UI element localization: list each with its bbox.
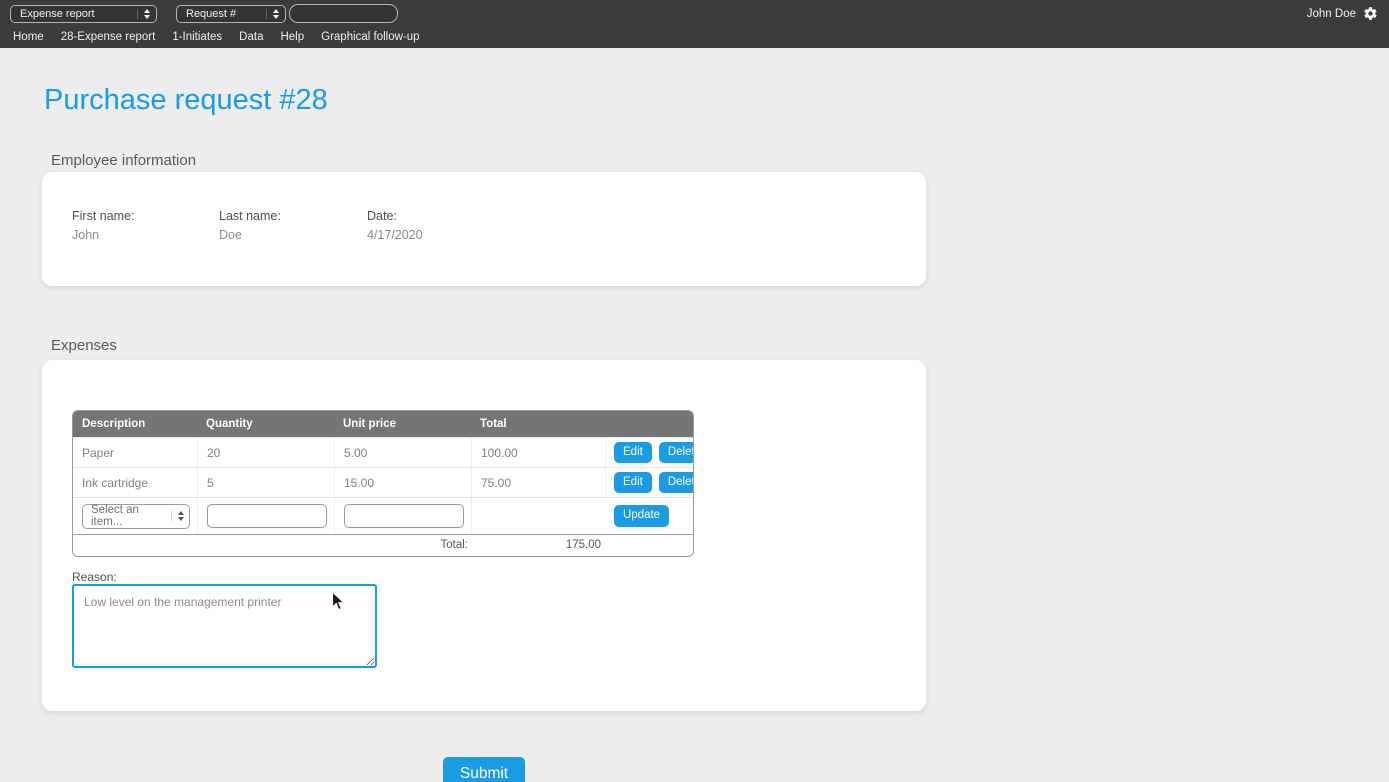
report-type-select-value: Expense report: [20, 8, 95, 20]
cell-total: 75.00: [471, 468, 605, 497]
nav-item-expense-report[interactable]: 28-Expense report: [61, 31, 156, 43]
user-area: John Doe: [1307, 0, 1378, 27]
col-header-unit-price: Unit price: [343, 418, 397, 430]
nav-item-initiates[interactable]: 1-Initiates: [172, 31, 222, 43]
edit-button[interactable]: Edit: [614, 441, 652, 464]
delete-button[interactable]: Delete: [658, 471, 693, 494]
expenses-section-heading: Expenses: [51, 337, 117, 354]
cell-description: Ink cartridge: [82, 476, 149, 490]
col-header-description: Description: [82, 418, 146, 430]
expenses-table: Description Quantity Unit price Total Pa…: [72, 410, 694, 557]
last-name-label: Last name:: [219, 209, 281, 223]
cell-unit-price: 15.00: [334, 468, 471, 497]
first-name-field: First name: John: [72, 209, 135, 242]
quantity-input[interactable]: [207, 504, 327, 528]
employee-section-heading: Employee information: [51, 152, 197, 169]
last-name-value: Doe: [219, 228, 242, 242]
quick-search-input[interactable]: [289, 4, 398, 23]
cell-quantity: 20: [197, 438, 334, 467]
nav-menu: Home 28-Expense report 1-Initiates Data …: [0, 26, 1389, 48]
user-name-label: John Doe: [1306, 7, 1356, 20]
cell-total: 100.00: [471, 438, 605, 467]
cell-quantity: 5: [197, 468, 334, 497]
date-field: Date: 4/17/2020: [367, 209, 423, 242]
top-toolbar: Expense report Request # John Doe Home 2…: [0, 0, 1389, 48]
item-select-value: Select an item...: [91, 504, 139, 528]
delete-button[interactable]: Delete: [658, 441, 693, 464]
total-label: Total:: [440, 539, 469, 551]
first-name-label: First name:: [72, 209, 135, 223]
date-label: Date:: [367, 209, 397, 223]
table-row: Ink cartridge 5 15.00 75.00 Edit Delete: [73, 467, 693, 497]
cell-actions: Edit Delete: [605, 438, 693, 467]
chevron-updown-icon: [137, 9, 150, 19]
table-new-item-row: Select an item... Update: [73, 497, 693, 534]
reason-textarea[interactable]: Low level on the management printer: [72, 584, 377, 668]
gear-icon[interactable]: [1363, 6, 1378, 21]
reason-label: Reason:: [72, 570, 117, 584]
cell-description: Paper: [82, 446, 115, 460]
col-header-total: Total: [480, 418, 507, 430]
table-footer-row: Total: 175.00: [73, 534, 693, 556]
unit-price-input[interactable]: [344, 504, 464, 528]
expenses-card: Description Quantity Unit price Total Pa…: [42, 360, 926, 711]
chevron-updown-icon: [171, 511, 184, 521]
first-name-value: John: [72, 228, 100, 242]
cell-actions: Edit Delete: [605, 468, 693, 497]
report-type-select[interactable]: Expense report: [10, 5, 157, 23]
table-header-row: Description Quantity Unit price Total: [73, 411, 693, 437]
employee-card: First name: John Last name: Doe Date: 4/…: [42, 172, 926, 286]
cell-unit-price: 5.00: [334, 438, 471, 467]
item-select[interactable]: Select an item...: [82, 503, 190, 529]
page-title: Purchase request #28: [44, 84, 328, 116]
nav-item-help[interactable]: Help: [280, 31, 304, 43]
update-button[interactable]: Update: [614, 505, 670, 527]
col-header-quantity: Quantity: [206, 418, 253, 430]
last-name-field: Last name: Doe: [219, 209, 281, 242]
submit-button[interactable]: Submit: [443, 757, 525, 782]
nav-item-data[interactable]: Data: [239, 31, 263, 43]
date-value: 4/17/2020: [367, 228, 423, 242]
request-number-select-value: Request #: [186, 8, 237, 20]
nav-item-home[interactable]: Home: [13, 31, 44, 43]
nav-item-graphical-follow-up[interactable]: Graphical follow-up: [321, 31, 419, 43]
edit-button[interactable]: Edit: [614, 471, 652, 494]
table-row: Paper 20 5.00 100.00 Edit Delete: [73, 437, 693, 467]
chevron-updown-icon: [266, 9, 279, 19]
app: Expense report Request # John Doe Home 2…: [0, 0, 1389, 782]
total-value: 175.00: [565, 539, 601, 551]
col-header-actions: [605, 411, 693, 437]
request-number-select[interactable]: Request #: [176, 5, 286, 23]
